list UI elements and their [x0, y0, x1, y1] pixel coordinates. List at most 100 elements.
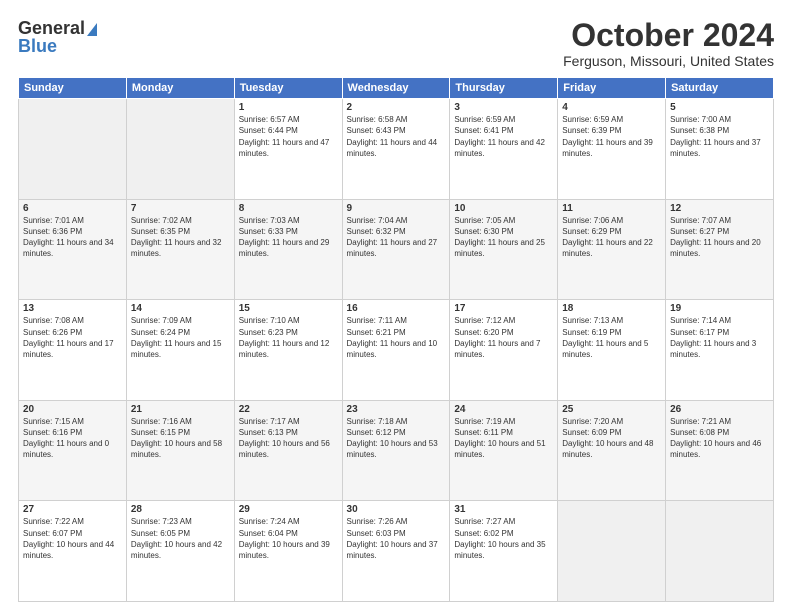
page-title: October 2024 — [563, 18, 774, 53]
day-number: 2 — [347, 102, 446, 113]
day-info: Sunrise: 7:03 AMSunset: 6:33 PMDaylight:… — [239, 215, 338, 260]
day-info: Sunrise: 7:21 AMSunset: 6:08 PMDaylight:… — [670, 416, 769, 461]
calendar-cell: 28Sunrise: 7:23 AMSunset: 6:05 PMDayligh… — [126, 501, 234, 602]
day-number: 4 — [562, 102, 661, 113]
calendar-cell — [126, 99, 234, 200]
col-wednesday: Wednesday — [342, 78, 450, 99]
day-number: 25 — [562, 404, 661, 415]
calendar-cell: 8Sunrise: 7:03 AMSunset: 6:33 PMDaylight… — [234, 199, 342, 300]
day-number: 15 — [239, 303, 338, 314]
day-number: 16 — [347, 303, 446, 314]
calendar-cell — [666, 501, 774, 602]
day-info: Sunrise: 7:12 AMSunset: 6:20 PMDaylight:… — [454, 315, 553, 360]
day-info: Sunrise: 6:57 AMSunset: 6:44 PMDaylight:… — [239, 114, 338, 159]
day-info: Sunrise: 7:01 AMSunset: 6:36 PMDaylight:… — [23, 215, 122, 260]
day-number: 27 — [23, 504, 122, 515]
calendar-cell: 5Sunrise: 7:00 AMSunset: 6:38 PMDaylight… — [666, 99, 774, 200]
day-number: 23 — [347, 404, 446, 415]
day-number: 24 — [454, 404, 553, 415]
calendar-cell: 26Sunrise: 7:21 AMSunset: 6:08 PMDayligh… — [666, 400, 774, 501]
calendar-week-5: 27Sunrise: 7:22 AMSunset: 6:07 PMDayligh… — [19, 501, 774, 602]
calendar-cell: 19Sunrise: 7:14 AMSunset: 6:17 PMDayligh… — [666, 300, 774, 401]
calendar-cell: 23Sunrise: 7:18 AMSunset: 6:12 PMDayligh… — [342, 400, 450, 501]
day-number: 22 — [239, 404, 338, 415]
day-number: 8 — [239, 203, 338, 214]
day-info: Sunrise: 7:18 AMSunset: 6:12 PMDaylight:… — [347, 416, 446, 461]
calendar-cell: 30Sunrise: 7:26 AMSunset: 6:03 PMDayligh… — [342, 501, 450, 602]
day-info: Sunrise: 7:05 AMSunset: 6:30 PMDaylight:… — [454, 215, 553, 260]
calendar-table: Sunday Monday Tuesday Wednesday Thursday… — [18, 77, 774, 602]
calendar-cell: 21Sunrise: 7:16 AMSunset: 6:15 PMDayligh… — [126, 400, 234, 501]
calendar-week-3: 13Sunrise: 7:08 AMSunset: 6:26 PMDayligh… — [19, 300, 774, 401]
day-number: 20 — [23, 404, 122, 415]
calendar-cell: 18Sunrise: 7:13 AMSunset: 6:19 PMDayligh… — [558, 300, 666, 401]
day-info: Sunrise: 7:16 AMSunset: 6:15 PMDaylight:… — [131, 416, 230, 461]
day-number: 5 — [670, 102, 769, 113]
day-number: 26 — [670, 404, 769, 415]
day-info: Sunrise: 7:08 AMSunset: 6:26 PMDaylight:… — [23, 315, 122, 360]
calendar-cell: 15Sunrise: 7:10 AMSunset: 6:23 PMDayligh… — [234, 300, 342, 401]
col-saturday: Saturday — [666, 78, 774, 99]
page-header: General Blue October 2024 Ferguson, Miss… — [18, 18, 774, 69]
logo-text-blue: Blue — [18, 36, 57, 57]
day-info: Sunrise: 7:19 AMSunset: 6:11 PMDaylight:… — [454, 416, 553, 461]
logo: General Blue — [18, 18, 97, 57]
day-info: Sunrise: 7:09 AMSunset: 6:24 PMDaylight:… — [131, 315, 230, 360]
calendar-header-row: Sunday Monday Tuesday Wednesday Thursday… — [19, 78, 774, 99]
day-number: 7 — [131, 203, 230, 214]
day-info: Sunrise: 7:06 AMSunset: 6:29 PMDaylight:… — [562, 215, 661, 260]
day-info: Sunrise: 7:23 AMSunset: 6:05 PMDaylight:… — [131, 516, 230, 561]
col-friday: Friday — [558, 78, 666, 99]
day-number: 31 — [454, 504, 553, 515]
day-number: 6 — [23, 203, 122, 214]
col-thursday: Thursday — [450, 78, 558, 99]
day-number: 13 — [23, 303, 122, 314]
day-number: 9 — [347, 203, 446, 214]
calendar-cell: 7Sunrise: 7:02 AMSunset: 6:35 PMDaylight… — [126, 199, 234, 300]
calendar-cell: 29Sunrise: 7:24 AMSunset: 6:04 PMDayligh… — [234, 501, 342, 602]
day-info: Sunrise: 7:07 AMSunset: 6:27 PMDaylight:… — [670, 215, 769, 260]
calendar-cell: 17Sunrise: 7:12 AMSunset: 6:20 PMDayligh… — [450, 300, 558, 401]
calendar-cell: 24Sunrise: 7:19 AMSunset: 6:11 PMDayligh… — [450, 400, 558, 501]
day-info: Sunrise: 7:10 AMSunset: 6:23 PMDaylight:… — [239, 315, 338, 360]
col-sunday: Sunday — [19, 78, 127, 99]
day-number: 1 — [239, 102, 338, 113]
calendar-cell — [558, 501, 666, 602]
day-info: Sunrise: 7:14 AMSunset: 6:17 PMDaylight:… — [670, 315, 769, 360]
day-info: Sunrise: 7:24 AMSunset: 6:04 PMDaylight:… — [239, 516, 338, 561]
calendar-cell: 14Sunrise: 7:09 AMSunset: 6:24 PMDayligh… — [126, 300, 234, 401]
calendar-cell: 4Sunrise: 6:59 AMSunset: 6:39 PMDaylight… — [558, 99, 666, 200]
calendar-week-2: 6Sunrise: 7:01 AMSunset: 6:36 PMDaylight… — [19, 199, 774, 300]
day-info: Sunrise: 7:26 AMSunset: 6:03 PMDaylight:… — [347, 516, 446, 561]
col-monday: Monday — [126, 78, 234, 99]
calendar-week-4: 20Sunrise: 7:15 AMSunset: 6:16 PMDayligh… — [19, 400, 774, 501]
day-number: 10 — [454, 203, 553, 214]
day-info: Sunrise: 7:13 AMSunset: 6:19 PMDaylight:… — [562, 315, 661, 360]
title-block: October 2024 Ferguson, Missouri, United … — [563, 18, 774, 69]
day-number: 12 — [670, 203, 769, 214]
calendar-cell: 11Sunrise: 7:06 AMSunset: 6:29 PMDayligh… — [558, 199, 666, 300]
day-number: 28 — [131, 504, 230, 515]
day-info: Sunrise: 6:58 AMSunset: 6:43 PMDaylight:… — [347, 114, 446, 159]
day-number: 3 — [454, 102, 553, 113]
calendar-cell: 12Sunrise: 7:07 AMSunset: 6:27 PMDayligh… — [666, 199, 774, 300]
calendar-cell: 25Sunrise: 7:20 AMSunset: 6:09 PMDayligh… — [558, 400, 666, 501]
day-number: 30 — [347, 504, 446, 515]
day-number: 14 — [131, 303, 230, 314]
day-number: 11 — [562, 203, 661, 214]
day-info: Sunrise: 7:27 AMSunset: 6:02 PMDaylight:… — [454, 516, 553, 561]
day-number: 29 — [239, 504, 338, 515]
page-subtitle: Ferguson, Missouri, United States — [563, 53, 774, 69]
day-info: Sunrise: 7:04 AMSunset: 6:32 PMDaylight:… — [347, 215, 446, 260]
calendar-cell: 20Sunrise: 7:15 AMSunset: 6:16 PMDayligh… — [19, 400, 127, 501]
logo-icon — [87, 23, 97, 36]
day-number: 19 — [670, 303, 769, 314]
day-info: Sunrise: 6:59 AMSunset: 6:39 PMDaylight:… — [562, 114, 661, 159]
day-info: Sunrise: 7:15 AMSunset: 6:16 PMDaylight:… — [23, 416, 122, 461]
calendar-cell: 27Sunrise: 7:22 AMSunset: 6:07 PMDayligh… — [19, 501, 127, 602]
calendar-cell — [19, 99, 127, 200]
calendar-cell: 6Sunrise: 7:01 AMSunset: 6:36 PMDaylight… — [19, 199, 127, 300]
calendar-cell: 16Sunrise: 7:11 AMSunset: 6:21 PMDayligh… — [342, 300, 450, 401]
day-info: Sunrise: 7:17 AMSunset: 6:13 PMDaylight:… — [239, 416, 338, 461]
calendar-cell: 13Sunrise: 7:08 AMSunset: 6:26 PMDayligh… — [19, 300, 127, 401]
